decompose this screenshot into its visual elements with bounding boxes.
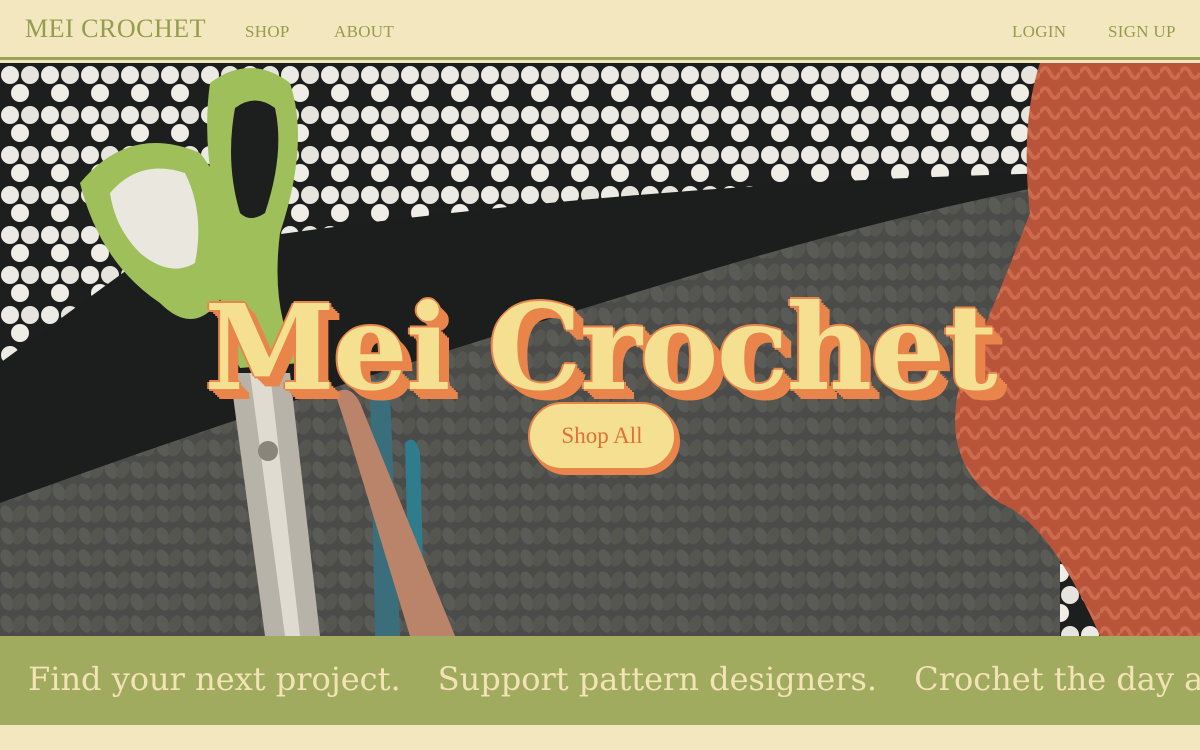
- hero-banner: Mei Crochet Shop All: [0, 63, 1200, 636]
- hero-title: Mei Crochet: [204, 278, 998, 417]
- footer-strip: [0, 725, 1200, 750]
- marquee-phrase: Find your next project.: [28, 660, 401, 698]
- nav-link-about[interactable]: ABOUT: [334, 22, 394, 42]
- shop-all-button[interactable]: Shop All: [528, 402, 676, 470]
- nav-link-shop[interactable]: SHOP: [245, 22, 290, 42]
- brand-logo-link[interactable]: MEI CROCHET: [25, 14, 206, 44]
- marquee-track: Find your next project. Support pattern …: [28, 660, 1200, 698]
- top-nav: MEI CROCHET SHOP ABOUT LOGIN SIGN UP: [0, 0, 1200, 60]
- marquee-phrase: Support pattern designers.: [437, 660, 878, 698]
- login-link[interactable]: LOGIN: [1012, 22, 1066, 42]
- signup-link[interactable]: SIGN UP: [1108, 22, 1176, 42]
- marquee-phrase: Crochet the day away.: [914, 660, 1200, 698]
- tagline-marquee: Find your next project. Support pattern …: [0, 636, 1200, 725]
